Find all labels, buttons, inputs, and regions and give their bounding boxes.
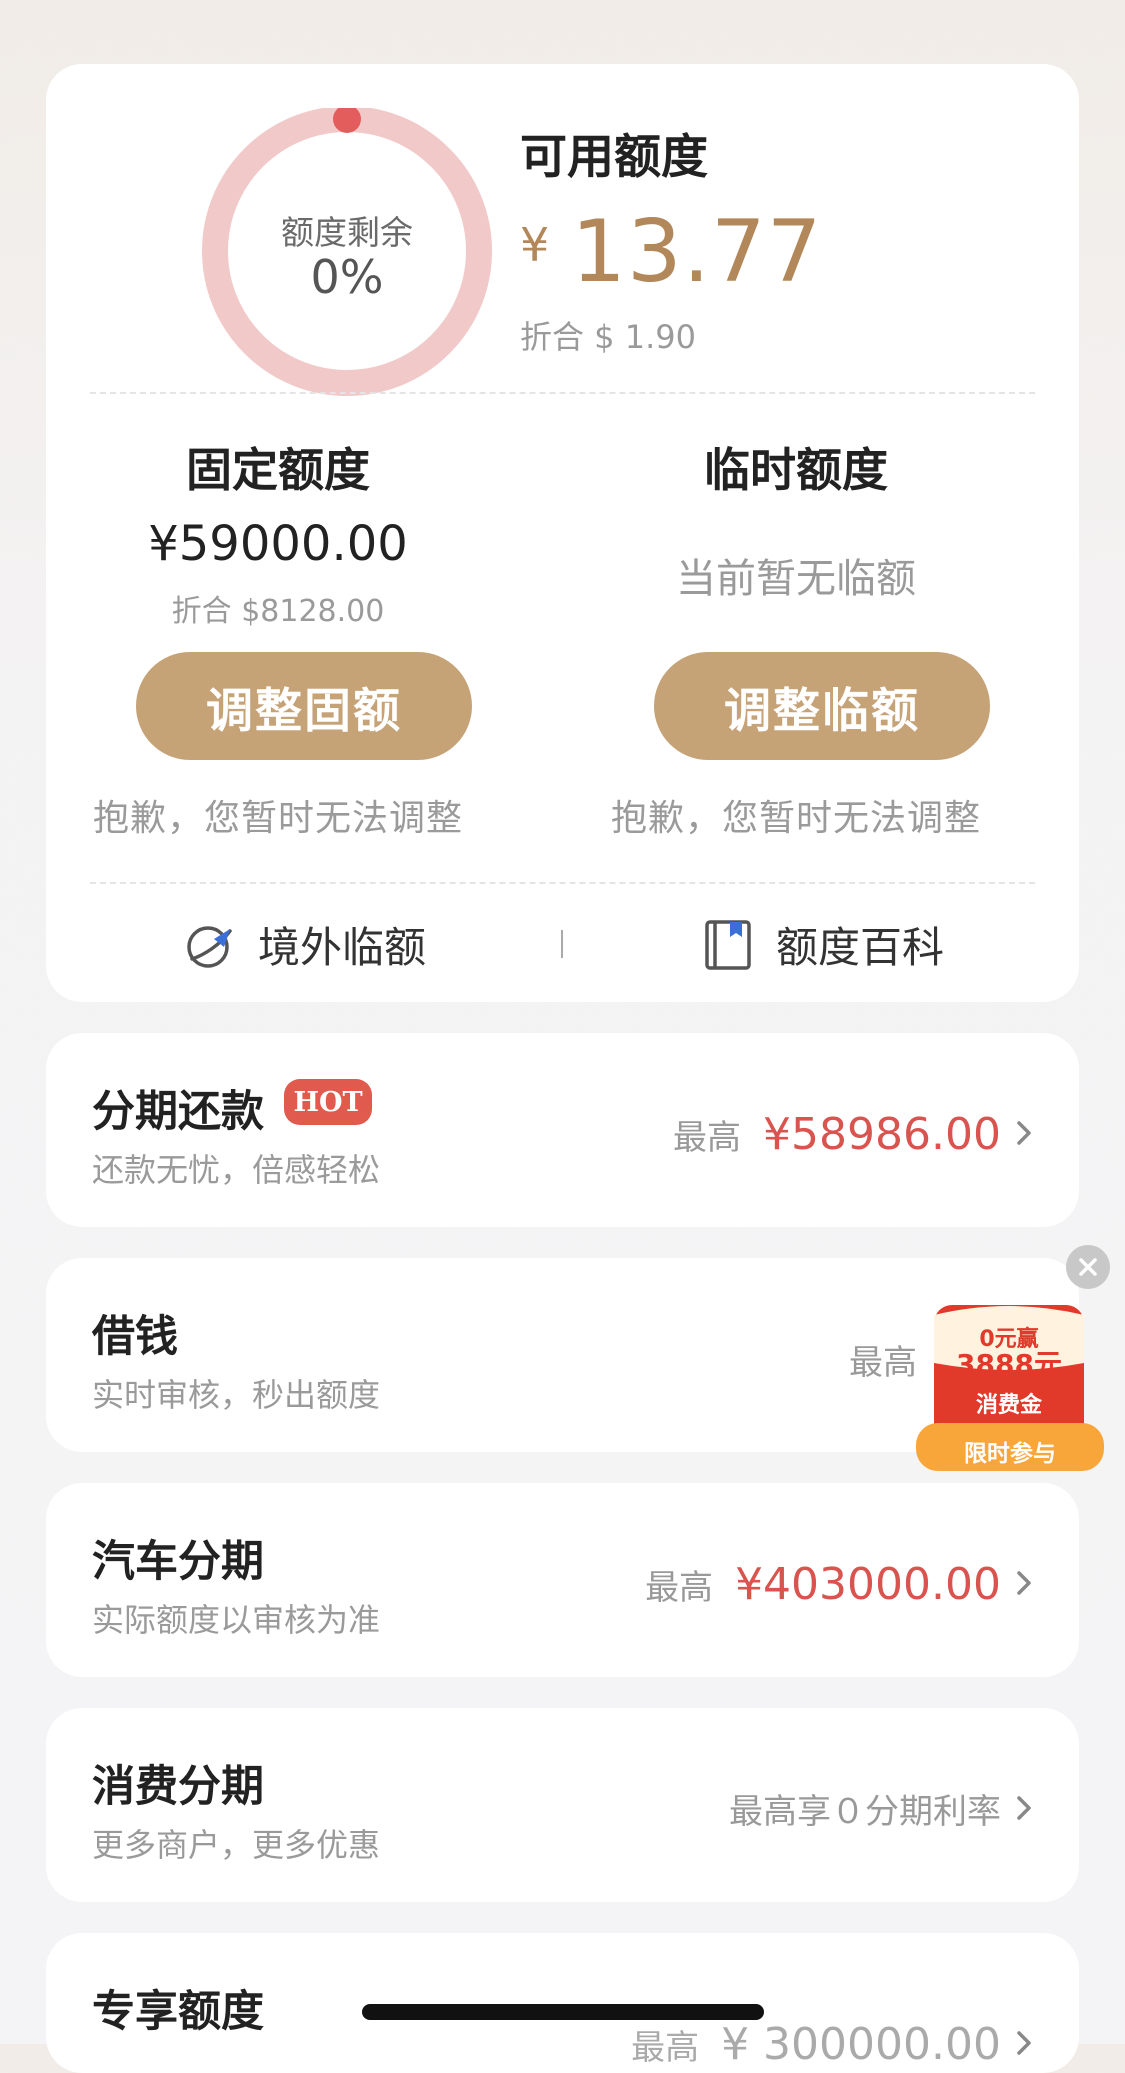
available-converted: 折合 $ 1.90 (520, 318, 696, 356)
list-item-exclusive-quota[interactable]: 专享额度 最高 ¥ 300000.00 (46, 1933, 1079, 2073)
temp-quota-title: 临时额度 (704, 443, 888, 497)
quota-wiki-link[interactable]: 额度百科 (702, 914, 944, 975)
close-icon (1079, 1258, 1097, 1276)
available-amount-value: 13.77 (571, 202, 823, 302)
chevron-right-icon (1017, 1121, 1031, 1145)
temp-adjust-note: 抱歉，您暂时无法调整 (610, 798, 981, 839)
row-limit: 最高 ¥ 300000.00 (631, 2019, 1001, 2070)
fixed-quota-title: 固定额度 (186, 443, 370, 497)
list-item-car-installment[interactable]: 汽车分期 实际额度以审核为准 最高 ¥403000.00 (46, 1483, 1079, 1677)
divider (90, 392, 1035, 394)
row-title: 汽车分期 (92, 1537, 264, 1587)
ring-percent: 0% (310, 250, 384, 304)
row-limit-amount: ¥ 300000.00 (721, 2019, 1001, 2070)
overseas-quota-link[interactable]: 境外临额 (184, 914, 426, 975)
promo-close-button[interactable] (1066, 1245, 1110, 1289)
row-limit-amount: ¥58986.00 (763, 1109, 1001, 1160)
row-limit-prefix: 最高 (631, 2028, 700, 2068)
row-limit-prefix: 最高 (645, 1568, 714, 1608)
adjust-temp-button[interactable]: 调整临额 (654, 652, 990, 760)
promo-widget[interactable]: 0元赢 3888元 消费金 限时参与 (910, 1245, 1110, 1495)
list-item-installment-repay[interactable]: 分期还款 HOT 还款无忧，倍感轻松 最高 ¥58986.00 (46, 1033, 1079, 1227)
quota-wiki-label: 额度百科 (776, 923, 945, 972)
available-quota-amount: ¥13.77 (520, 202, 822, 302)
remaining-quota-ring: 额度剩余 0% (192, 108, 502, 418)
ring-label: 额度剩余 (281, 213, 413, 252)
promo-line2: 3888元 (956, 1348, 1062, 1381)
divider (90, 882, 1035, 884)
promo-cta: 限时参与 (964, 1441, 1056, 1467)
row-title: 借钱 (92, 1312, 178, 1362)
row-limit: 最高 ¥58986.00 (673, 1109, 1001, 1160)
row-limit-amount: ¥403000.00 (735, 1559, 1001, 1610)
available-quota-title: 可用额度 (520, 130, 708, 185)
chevron-right-icon (1017, 1796, 1031, 1820)
row-limit: 最高享０分期利率 (729, 1784, 1001, 1833)
temp-quota-status: 当前暂无临额 (676, 556, 916, 602)
row-subtitle: 实际额度以审核为准 (92, 1601, 381, 1639)
fixed-quota-converted: 折合 $8128.00 (171, 594, 385, 629)
home-indicator (362, 2004, 764, 2020)
plane-globe-icon (187, 925, 232, 968)
book-icon (705, 919, 751, 970)
row-subtitle: 实时审核，秒出额度 (92, 1376, 381, 1414)
row-title: 消费分期 (92, 1762, 264, 1812)
adjust-fixed-button[interactable]: 调整固额 (136, 652, 472, 760)
row-limit-prefix: 最高 (673, 1118, 742, 1158)
credit-summary-card: 额度剩余 0% 可用额度 ¥13.77 折合 $ 1.90 固定额度 ¥5900… (46, 64, 1079, 1002)
fixed-quota-amount: ¥59000.00 (148, 516, 408, 572)
overseas-quota-label: 境外临额 (258, 923, 427, 972)
row-limit-prefix: 最高 (849, 1343, 917, 1383)
list-item-consumer-installment[interactable]: 消费分期 更多商户，更多优惠 最高享０分期利率 (46, 1708, 1079, 1902)
chevron-right-icon (1017, 1571, 1031, 1595)
row-subtitle: 更多商户，更多优惠 (92, 1826, 381, 1864)
row-subtitle: 还款无忧，倍感轻松 (92, 1151, 381, 1189)
currency-symbol: ¥ (520, 218, 550, 272)
chevron-right-icon (1017, 2031, 1031, 2055)
promo-line3: 消费金 (975, 1393, 1042, 1418)
row-title: 专享额度 (92, 1987, 264, 2037)
link-separator (561, 930, 563, 958)
fixed-adjust-note: 抱歉，您暂时无法调整 (92, 798, 463, 839)
row-limit: 最高 ¥403000.00 (645, 1559, 1001, 1610)
row-title: 分期还款 (92, 1087, 264, 1137)
row-limit-prefix: 最高享０分期利率 (729, 1792, 1001, 1832)
hot-badge: HOT (284, 1079, 372, 1125)
